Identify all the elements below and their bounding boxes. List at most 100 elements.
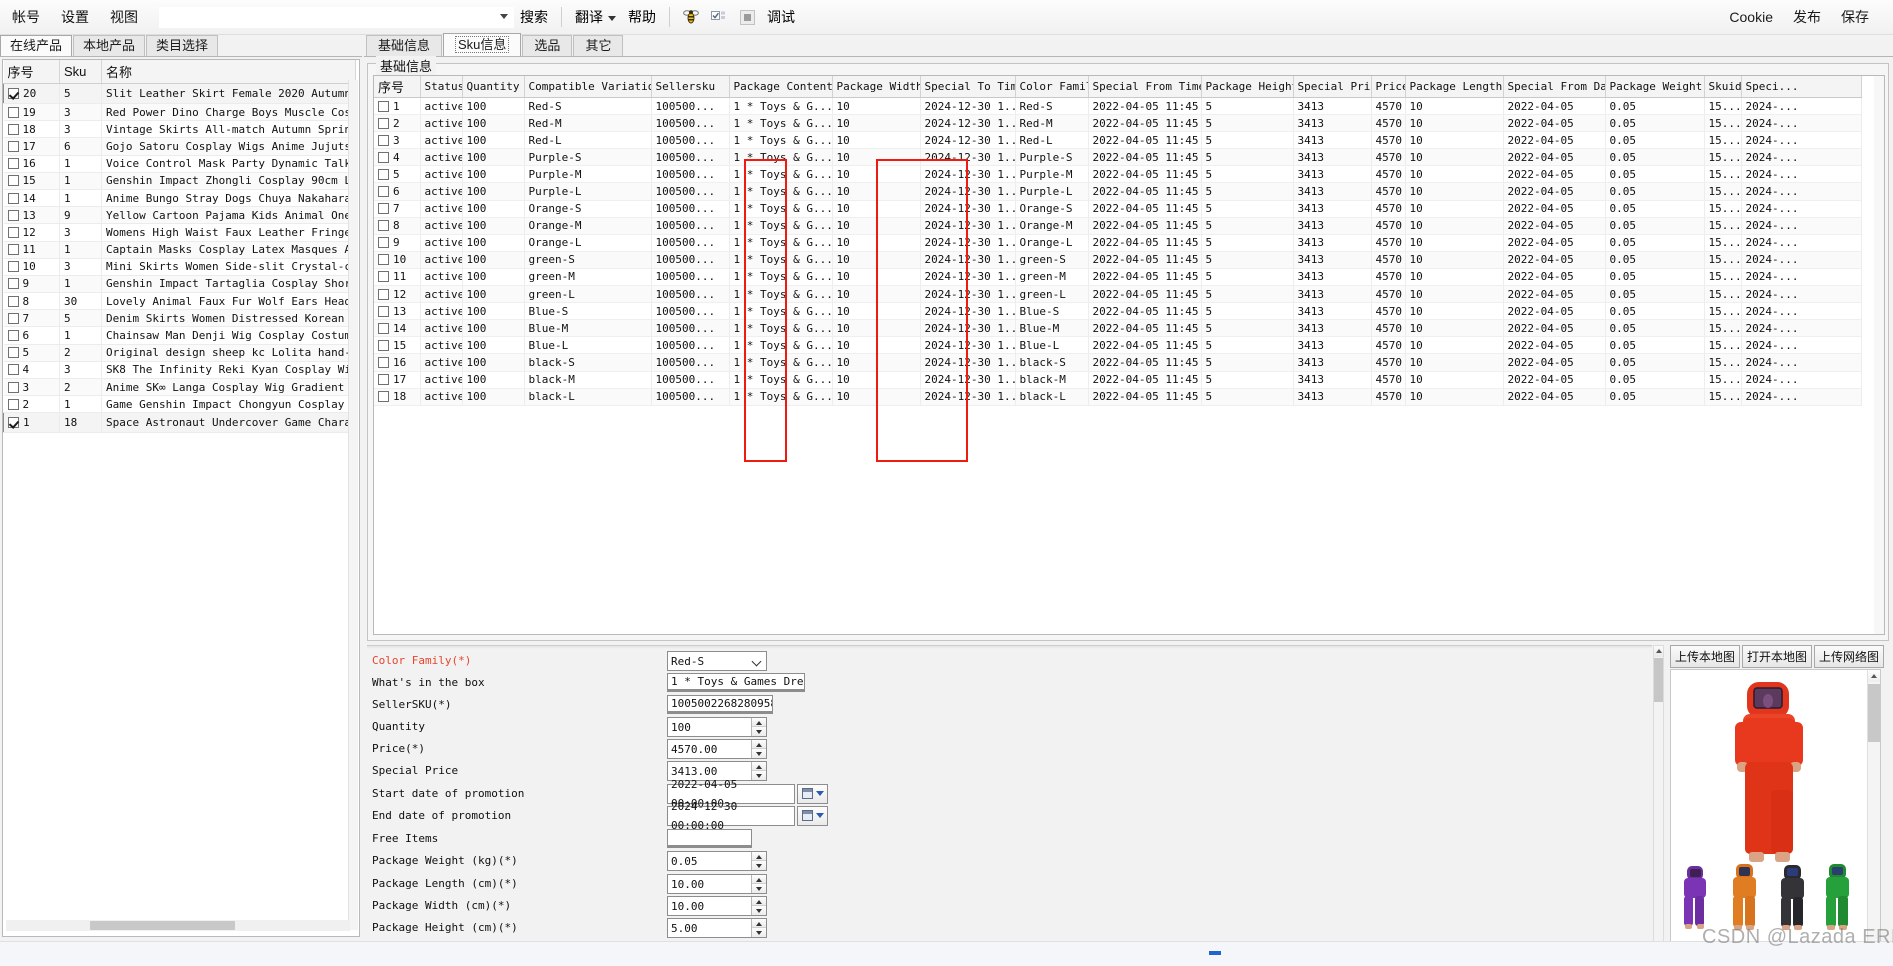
sku-table-row[interactable]: 3 active 100 Red-L 100500... 1 * Toys & G... 1… — [374, 131, 1862, 150]
product-row-seq[interactable]: 10 — [3, 258, 60, 276]
stepper-buttons[interactable] — [751, 918, 766, 937]
row-checkbox[interactable] — [7, 123, 19, 135]
sku-col-header-4[interactable]: Sellersku — [651, 76, 730, 98]
tab-local-products[interactable]: 本地产品 — [73, 35, 146, 56]
row-checkbox[interactable] — [7, 158, 19, 170]
row-checkbox[interactable] — [378, 374, 389, 386]
scroll-up-arrow-icon[interactable] — [1868, 670, 1880, 682]
stepper-up-icon[interactable] — [752, 851, 766, 861]
product-list-row[interactable]: 1 18Space Astronaut Undercover Game Chara… — [3, 412, 356, 434]
package-weight-stepper[interactable]: 0.05 — [667, 850, 767, 871]
stepper-buttons[interactable] — [751, 851, 766, 870]
sku-col-header-6[interactable]: Package Width — [832, 76, 921, 98]
row-checkbox[interactable] — [7, 295, 19, 307]
product-list-row[interactable]: 8 30 Lovely Animal Faux Fur Wolf Ears Head… — [3, 292, 356, 311]
product-list-vscrollbar[interactable] — [348, 80, 358, 930]
end-promotion-date-input[interactable]: 2024-12-30 00:00:00 — [667, 800, 795, 832]
product-list-row[interactable]: 13 9 Yellow Cartoon Pajama Kids Animal One… — [3, 206, 356, 225]
sku-col-header-3[interactable]: Compatible Variation — [524, 76, 652, 98]
publish-button[interactable]: 发布 — [1783, 3, 1831, 31]
row-checkbox[interactable] — [378, 203, 389, 215]
free-items-input[interactable] — [667, 829, 752, 848]
stepper-down-icon[interactable] — [752, 928, 766, 937]
translate-menu[interactable]: 翻译 — [569, 4, 622, 30]
product-list-row[interactable]: 111Captain Masks Cosplay Latex Masques A… — [3, 241, 356, 259]
row-checkbox[interactable] — [378, 288, 389, 300]
sku-table-container[interactable]: 序号 Status Quantity Compatible Variation Sell… — [373, 75, 1885, 635]
sku-col-header-14[interactable]: Special From Date — [1503, 76, 1606, 98]
product-row-seq[interactable]: 9 — [3, 275, 60, 294]
scroll-thumb[interactable] — [90, 921, 235, 930]
product-row-seq[interactable]: 19 — [3, 103, 60, 122]
sku-table-row[interactable]: 7 active 100 Orange-S 100500... 1 * Toys & G.… — [374, 200, 1862, 218]
stepper-buttons[interactable] — [751, 874, 766, 893]
row-checkbox[interactable] — [7, 226, 19, 238]
open-local-image-button[interactable]: 打开本地图 — [1742, 645, 1813, 668]
global-search-combo[interactable] — [159, 6, 514, 28]
tab-other[interactable]: 其它 — [573, 35, 624, 56]
sku-table-row[interactable]: 9 active 100 Orange-L 100500... 1 * Toys & G.… — [374, 234, 1862, 252]
sku-col-header-13[interactable]: Package Length — [1405, 76, 1504, 98]
sku-col-header-12[interactable]: Price — [1371, 76, 1406, 98]
package-height-stepper[interactable]: 5.00 — [667, 917, 767, 938]
row-checkbox[interactable] — [7, 192, 19, 204]
color-family-select[interactable]: Red-S — [667, 650, 767, 671]
col-header-seq[interactable]: 序号 — [3, 60, 60, 84]
product-list-row[interactable]: 18 3 Vintage Skirts All-match Autumn Sprin… — [3, 120, 356, 139]
sku-table-row[interactable]: 13 active 100 Blue-S 100500... 1 * Toys & G..… — [374, 302, 1862, 321]
sku-col-header-8[interactable]: Color Family — [1015, 76, 1089, 98]
row-checkbox[interactable] — [378, 117, 389, 129]
product-row-seq[interactable]: 1 — [3, 412, 60, 434]
tab-selection[interactable]: 选品 — [522, 35, 573, 56]
cookie-button[interactable]: Cookie — [1719, 5, 1783, 29]
product-list-row[interactable]: 17 6 Gojo Satoru Cosplay Wigs Anime Jujuts… — [3, 137, 356, 156]
product-list-row[interactable]: 2 1Game Genshin Impact Chongyun Cosplay W… — [3, 395, 356, 414]
tab-category-select[interactable]: 类目选择 — [146, 35, 219, 56]
row-checkbox[interactable] — [7, 330, 19, 342]
tab-online-products[interactable]: 在线产品 — [0, 35, 73, 56]
row-checkbox[interactable] — [378, 100, 389, 112]
sku-col-header-17[interactable]: Speci... — [1741, 76, 1862, 98]
product-row-seq[interactable]: 8 — [3, 292, 60, 311]
product-list-row[interactable]: 15 1Genshin Impact Zhongli Cosplay 90cm L… — [3, 172, 356, 190]
stepper-up-icon[interactable] — [752, 761, 766, 771]
save-button[interactable]: 保存 — [1831, 3, 1879, 31]
col-header-name[interactable]: 名称 — [101, 60, 356, 84]
product-list-row[interactable]: 6 1 Chainsaw Man Denji Wig Cosplay Costume… — [3, 326, 356, 345]
sellersku-input[interactable]: 1005002268280958SRe — [667, 695, 773, 714]
stepper-buttons[interactable] — [751, 717, 766, 736]
sku-table-row[interactable]: 18 active 100 black-L 100500... 1 * Toys & G.… — [374, 388, 1862, 406]
upload-network-image-button[interactable]: 上传网络图 — [1814, 645, 1885, 668]
product-list-row[interactable]: 9 1 Genshin Impact Tartaglia Cosplay Short… — [3, 275, 356, 294]
stepper-down-icon[interactable] — [752, 861, 766, 870]
product-row-seq[interactable]: 18 — [3, 120, 60, 139]
row-checkbox[interactable] — [7, 209, 19, 221]
start-promotion-calendar-button[interactable] — [797, 783, 828, 804]
scroll-thumb[interactable] — [1868, 684, 1880, 742]
product-list-row[interactable]: 19 3 Red Power Dino Charge Boys Muscle Cos… — [3, 103, 356, 122]
sku-col-header-16[interactable]: Skuid — [1704, 76, 1742, 98]
row-checkbox[interactable] — [378, 322, 389, 334]
sku-col-header-0[interactable]: 序号 — [374, 76, 421, 98]
row-checkbox[interactable] — [378, 356, 389, 368]
product-row-seq[interactable]: 6 — [3, 326, 60, 345]
row-checkbox[interactable] — [7, 381, 19, 393]
product-row-seq[interactable]: 12 — [3, 223, 60, 242]
product-list-row[interactable]: 20 5 Slit Leather Skirt Female 2020 Autumn… — [3, 83, 356, 104]
sku-table-row[interactable]: 1 active 100 Red-S 100500... 1 * Toys & G... 1… — [374, 97, 1862, 116]
product-row-seq[interactable]: 2 — [3, 395, 60, 414]
stepper-up-icon[interactable] — [752, 739, 766, 749]
product-row-seq[interactable]: 5 — [3, 344, 60, 362]
image-preview-box[interactable] — [1670, 669, 1881, 966]
row-checkbox[interactable] — [378, 254, 389, 266]
row-checkbox[interactable] — [378, 168, 389, 180]
row-checkbox[interactable] — [8, 88, 19, 99]
stepper-up-icon[interactable] — [752, 896, 766, 906]
sku-col-header-10[interactable]: Package Height — [1201, 76, 1294, 98]
product-image-main[interactable] — [1671, 670, 1869, 966]
menu-settings[interactable]: 设置 — [52, 4, 98, 30]
sku-col-header-11[interactable]: Special Price — [1293, 76, 1372, 98]
product-list-row[interactable]: 14 1 Anime Bungo Stray Dogs Chuya Nakahara… — [3, 189, 356, 208]
row-checkbox[interactable] — [378, 339, 389, 351]
row-checkbox[interactable] — [7, 278, 19, 290]
